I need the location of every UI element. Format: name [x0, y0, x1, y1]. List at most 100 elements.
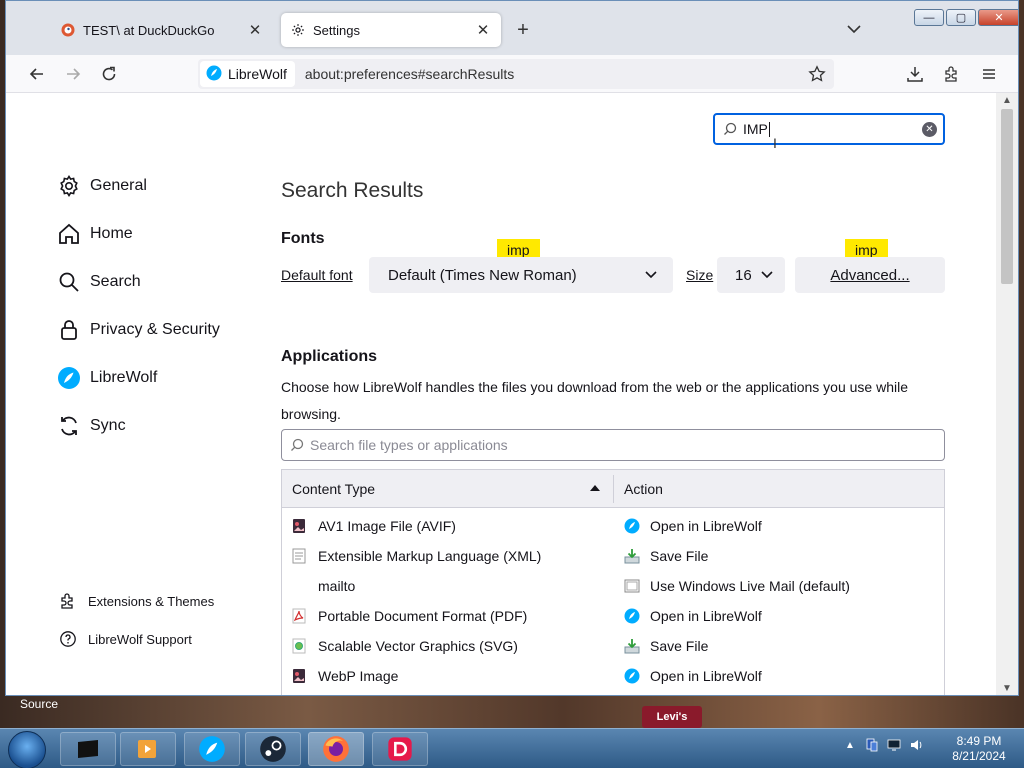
action-cell[interactable]: Open in LibreWolf: [624, 668, 762, 684]
content-type-cell: Scalable Vector Graphics (SVG): [292, 638, 518, 654]
sidebar-item-label: Home: [90, 225, 133, 242]
network-icon[interactable]: [864, 737, 880, 753]
sidebar-item-home[interactable]: Home: [56, 221, 133, 247]
applications-table: Content Type Action AV1 Image File (AVIF…: [281, 469, 945, 695]
action-label: Open in LibreWolf: [650, 668, 762, 684]
start-button[interactable]: [8, 731, 46, 768]
site-identity-button[interactable]: LibreWolf: [200, 61, 295, 87]
steam-icon: [260, 736, 286, 762]
chevron-down-icon: [759, 266, 775, 286]
taskbar-app-steam[interactable]: [245, 732, 301, 766]
puzzle-icon: [945, 66, 957, 82]
tab-settings[interactable]: Settings ✕: [281, 13, 501, 47]
sidebar-item-label: Search: [90, 273, 141, 290]
action-label: Save File: [650, 638, 709, 654]
font-size-value: 16: [735, 266, 752, 284]
sync-icon: [56, 413, 82, 439]
scrollbar-thumb[interactable]: [1001, 109, 1013, 284]
firefox-icon: [323, 736, 349, 762]
taskbar-app-firefox[interactable]: [308, 732, 364, 766]
table-row[interactable]: WebP Image Open in LibreWolf: [282, 662, 944, 692]
close-window-button[interactable]: ✕: [978, 9, 1018, 26]
reload-button[interactable]: [96, 61, 122, 87]
taskbar-app-media-player[interactable]: [120, 732, 176, 766]
taskbar-app-librewolf[interactable]: [184, 732, 240, 766]
default-font-label: Default font: [281, 267, 353, 283]
volume-icon[interactable]: [908, 737, 924, 753]
system-tray: ▲: [842, 737, 924, 753]
media-player-icon: [138, 740, 156, 758]
forward-button[interactable]: [60, 61, 86, 87]
desktop-badge: Levi's: [642, 706, 702, 728]
table-row[interactable]: mailto Use Windows Live Mail (default): [282, 572, 944, 602]
downloads-button[interactable]: [902, 61, 928, 87]
minimize-button[interactable]: —: [914, 9, 944, 26]
show-hidden-icons-icon[interactable]: ▲: [842, 737, 858, 753]
extensions-themes-link[interactable]: Extensions & Themes: [58, 591, 214, 611]
image-file-icon: [292, 518, 308, 534]
table-row[interactable]: Portable Document Format (PDF) Open in Li…: [282, 602, 944, 632]
tab-duckduckgo[interactable]: TEST\ at DuckDuckGo ✕: [51, 13, 273, 47]
new-tab-button[interactable]: +: [511, 18, 535, 42]
search-icon: [291, 438, 304, 451]
help-icon: [58, 629, 78, 649]
blank-icon: [292, 578, 308, 594]
system-clock[interactable]: 8:49 PM 8/21/2024: [944, 734, 1014, 764]
extensions-button[interactable]: [939, 61, 965, 87]
back-arrow-icon: [29, 68, 43, 80]
action-cell[interactable]: Open in LibreWolf: [624, 608, 762, 624]
maximize-button[interactable]: ▢: [946, 9, 976, 26]
action-cell[interactable]: Use Windows Live Mail (default): [624, 578, 850, 594]
taskbar-app-doordash[interactable]: [372, 732, 428, 766]
bookmark-star-icon[interactable]: [808, 65, 826, 88]
display-icon[interactable]: [886, 737, 902, 753]
chevron-down-icon: [643, 266, 659, 286]
content-type-label: mailto: [318, 578, 356, 594]
page-scrollbar[interactable]: ▲ ▼: [996, 93, 1018, 695]
browser-window: TEST\ at DuckDuckGo ✕ Settings ✕ + — ▢ ✕: [5, 0, 1019, 696]
font-size-select[interactable]: 16: [717, 257, 785, 293]
tab-list-chevron-icon[interactable]: [844, 19, 864, 39]
url-bar[interactable]: LibreWolf about:preferences#searchResult…: [198, 59, 834, 89]
duckduckgo-icon: [61, 23, 75, 37]
librewolf-icon: [206, 65, 222, 84]
sidebar-item-search[interactable]: Search: [56, 269, 141, 295]
action-column-header[interactable]: Action: [624, 481, 663, 497]
save-file-icon: [624, 548, 640, 564]
support-link[interactable]: LibreWolf Support: [58, 629, 192, 649]
content-type-cell: Portable Document Format (PDF): [292, 608, 527, 624]
action-cell[interactable]: Open in LibreWolf: [624, 518, 762, 534]
image-file-icon: [292, 668, 308, 684]
table-row[interactable]: Extensible Markup Language (XML) Save Fil…: [282, 542, 944, 572]
applications-description: Choose how LibreWolf handles the files y…: [281, 379, 908, 422]
app-menu-button[interactable]: [976, 61, 1002, 87]
content-type-column-header[interactable]: Content Type: [292, 481, 375, 497]
sidebar-item-librewolf[interactable]: LibreWolf: [56, 365, 157, 391]
librewolf-icon: [624, 668, 640, 684]
sidebar-item-label: LibreWolf: [90, 369, 158, 386]
sidebar-item-privacy[interactable]: Privacy & Security: [56, 317, 220, 343]
mail-app-icon: [624, 578, 640, 594]
extensions-themes-label: Extensions & Themes: [88, 593, 215, 609]
scroll-down-icon[interactable]: ▼: [1001, 683, 1013, 695]
back-button[interactable]: [24, 61, 50, 87]
tab-close-button[interactable]: ✕: [475, 22, 491, 39]
action-cell[interactable]: Save File: [624, 548, 708, 564]
table-row[interactable]: AV1 Image File (AVIF) Open in LibreWolf: [282, 512, 944, 542]
librewolf-icon: [56, 365, 82, 391]
scroll-up-icon[interactable]: ▲: [1001, 95, 1013, 107]
tab-label: TEST\ at DuckDuckGo: [83, 22, 215, 38]
table-row[interactable]: Scalable Vector Graphics (SVG) Save File: [282, 632, 944, 662]
taskbar-app-terminal[interactable]: [60, 732, 116, 766]
advanced-fonts-button[interactable]: Advanced...: [795, 257, 945, 293]
sidebar-item-general[interactable]: General: [56, 173, 147, 199]
desktop-caption: Source: [20, 697, 59, 711]
action-cell[interactable]: Save File: [624, 638, 708, 654]
default-font-select[interactable]: Default (Times New Roman): [369, 257, 673, 293]
search-results-panel: Search Results Fonts Default font imp De…: [281, 93, 946, 695]
tab-close-button[interactable]: ✕: [247, 22, 263, 39]
sidebar-item-sync[interactable]: Sync: [56, 413, 126, 439]
application-filter-input[interactable]: Search file types or applications: [281, 429, 945, 461]
content-type-label: WebP Image: [318, 668, 399, 684]
content-type-label: Portable Document Format (PDF): [318, 608, 528, 624]
